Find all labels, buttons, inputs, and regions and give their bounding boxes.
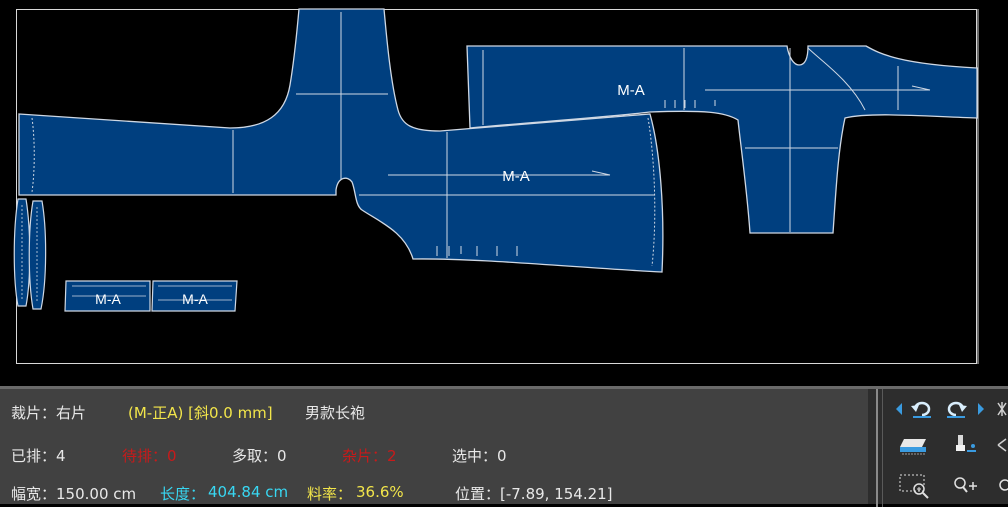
piece-small-1[interactable]: M-A [64, 280, 151, 312]
arrow-right-icon[interactable] [976, 401, 986, 417]
settings-icon[interactable] [996, 401, 1008, 417]
arranged-count: 已排：4 [11, 447, 66, 465]
length-label: 长度： [160, 485, 206, 503]
tool-icon[interactable] [996, 475, 1008, 497]
misc-count: 杂片：2 [342, 447, 397, 465]
pending-count: 待排：0 [122, 447, 177, 465]
rate-value: 36.6% [356, 483, 404, 501]
fabric-width: 幅宽：150.00 cm [11, 485, 137, 503]
piece-small-2[interactable]: M-A [151, 280, 238, 312]
fabric-spread-icon[interactable] [898, 435, 930, 457]
piece-body-label: M-A [617, 82, 645, 99]
redo-icon[interactable] [944, 399, 968, 419]
extra-count: 多取：0 [232, 447, 287, 465]
marker-canvas[interactable]: M-A M-A M-A M-A [0, 0, 1008, 386]
piece-sleeve-label: M-A [502, 168, 530, 185]
status-panel: 裁片：右片 (M-正A) [斜0.0 mm] 男款长袍 已排：4 待排：0 多取… [0, 386, 868, 504]
marker-pen-icon[interactable] [952, 433, 980, 457]
zoom-area-icon[interactable] [898, 473, 932, 499]
piece-info: (M-正A) [斜0.0 mm] [128, 404, 273, 422]
selected-count: 选中：0 [452, 447, 507, 465]
rate-label: 料率： [307, 485, 353, 503]
undo-icon[interactable] [910, 399, 934, 419]
zoom-in-icon[interactable] [952, 475, 980, 497]
marker-drawing[interactable]: M-A M-A M-A M-A [0, 0, 1008, 386]
toolbox [868, 386, 1008, 507]
toolbox-divider [876, 389, 878, 507]
toolbox-divider [882, 389, 883, 507]
tool-icon[interactable] [996, 435, 1008, 455]
length-value: 404.84 cm [208, 483, 289, 501]
piece-strip-2[interactable] [28, 200, 47, 310]
piece-small-1-label: M-A [95, 291, 121, 307]
piece-strip-1[interactable] [13, 198, 31, 307]
style-name: 男款长袍 [305, 404, 366, 422]
piece-name: 裁片：右片 [11, 404, 87, 422]
piece-strip-2-shape[interactable] [28, 200, 47, 310]
arrow-left-icon[interactable] [894, 401, 904, 417]
piece-small-2-label: M-A [182, 291, 208, 307]
cursor-position: 位置：[-7.89, 154.21] [455, 485, 613, 503]
